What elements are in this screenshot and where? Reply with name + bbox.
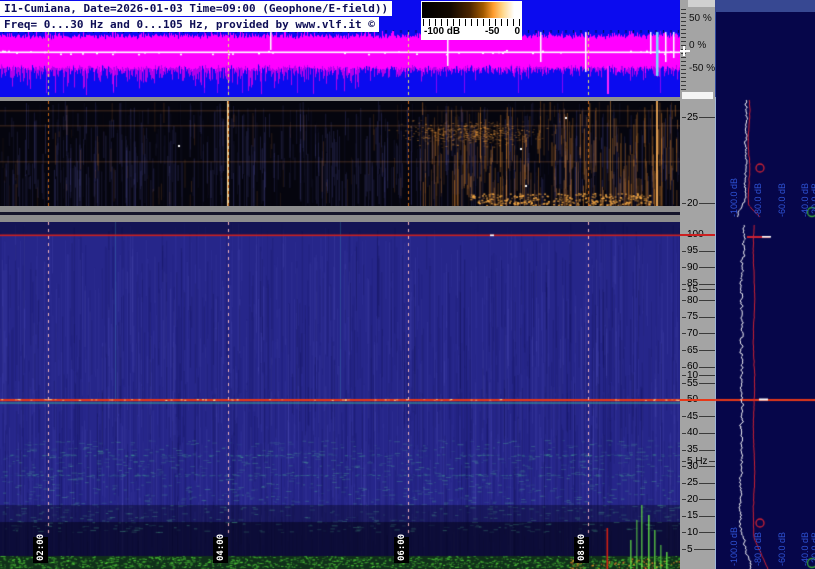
efield-freq-tick: 25 xyxy=(682,478,715,489)
colorbar-ticks xyxy=(423,19,521,26)
time-label-box: 02:00 xyxy=(33,533,48,563)
vlf-monitoring-screen: I1-Cumiana, Date=2026-01-03 Time=09:00 (… xyxy=(0,0,815,569)
mains-50hz-line-stub xyxy=(680,399,715,401)
waveform-plot xyxy=(0,30,680,97)
efield-freq-tick: 75 xyxy=(682,312,715,323)
efield-freq-tick: 60 xyxy=(682,362,715,373)
axis-panel-top-cap xyxy=(688,0,715,7)
separator-bar-middle xyxy=(0,206,680,222)
station-title-text: I1-Cumiana, Date=2026-01-03 Time=09:00 (… xyxy=(4,2,389,15)
time-label: 02:00 xyxy=(36,533,46,561)
db-axis-label: -40.0 dB xyxy=(800,182,810,217)
harmonic-100hz-line-stub xyxy=(680,234,715,236)
db-axis-label: -100.0 dB xyxy=(729,177,739,217)
efield-freq-tick: 15 xyxy=(682,511,715,522)
efield-freq-tick: 70 xyxy=(682,328,715,339)
efield-freq-tick: 5 xyxy=(682,544,715,555)
efield-freq-tick: 85 xyxy=(682,279,715,290)
db-axis-label: -20.0 dB xyxy=(810,182,815,217)
amplitude-tick-label: 50 % xyxy=(689,13,712,24)
colorbar-max-label: 0 xyxy=(514,26,520,37)
db-axis-label: -80.0 dB xyxy=(753,531,763,566)
db-axis-label: -60.0 dB xyxy=(777,182,787,217)
geophone-freq-tick: 25 xyxy=(682,112,715,123)
time-label: 08:00 xyxy=(577,533,588,561)
colorbar-mid-label: -50 xyxy=(485,26,500,37)
time-label: 06:00 xyxy=(396,533,407,561)
efield-freq-tick: 10 xyxy=(682,527,715,538)
efield-freq-tick: 55 xyxy=(682,378,715,389)
geophone-spectrogram-plot xyxy=(0,101,680,206)
time-label-box: 04:00 xyxy=(213,533,229,563)
efield-freq-tick: 20 xyxy=(682,494,715,505)
efield-freq-tick: 90 xyxy=(682,262,715,273)
spectrum-db-labels: -100.0 dB -80.0 dB -60.0 dB -40.0 dB -20.0 d… xyxy=(715,0,815,569)
geophone-freq-tick: 20 xyxy=(682,198,715,209)
frequency-subtitle-text: Freq= 0...30 Hz and 0...105 Hz, provided… xyxy=(4,18,375,31)
zero-line-marker-cross xyxy=(683,46,685,56)
amplitude-tick-label: 0 % xyxy=(689,40,707,51)
colorbar-min-label: -100 dB xyxy=(424,26,461,37)
intensity-colorbar: -100 dB -50 0 xyxy=(421,1,522,40)
efield-spectrogram-plot xyxy=(0,222,680,569)
axis-panel: 50 %0 %-50 %252015105 Hz1009590858075706… xyxy=(680,0,715,569)
time-label-box: 08:00 xyxy=(574,533,590,563)
colorbar-gradient xyxy=(422,2,521,18)
efield-freq-tick: 65 xyxy=(682,345,715,356)
colorbar-labels: -100 dB -50 0 xyxy=(421,26,522,39)
time-label-box: 06:00 xyxy=(393,533,409,563)
axis-panel-white-box xyxy=(682,92,713,99)
db-axis-label: -20.0 dB xyxy=(810,531,815,566)
db-axis-label: -40.0 dB xyxy=(800,531,810,566)
efield-freq-tick: 45 xyxy=(682,411,715,422)
efield-freq-tick: 95 xyxy=(682,246,715,257)
db-axis-label: -60.0 dB xyxy=(777,531,787,566)
amplitude-tick-label: -50 % xyxy=(689,63,716,74)
db-axis-label: -100.0 dB xyxy=(729,526,739,566)
db-axis-label: -80.0 dB xyxy=(753,182,763,217)
efield-freq-tick: 80 xyxy=(682,295,715,306)
efield-freq-tick: 40 xyxy=(682,428,715,439)
efield-freq-tick: 35 xyxy=(682,445,715,456)
frequency-subtitle-bar: Freq= 0...30 Hz and 0...105 Hz, provided… xyxy=(0,17,379,32)
time-label: 04:00 xyxy=(216,533,227,561)
efield-freq-tick: 30 xyxy=(682,461,715,472)
station-title-bar: I1-Cumiana, Date=2026-01-03 Time=09:00 (… xyxy=(0,1,393,16)
separator-dark-line xyxy=(0,212,680,215)
spectrum-panel: -100.0 dB -80.0 dB -60.0 dB -40.0 dB -20.0 d… xyxy=(715,0,815,569)
